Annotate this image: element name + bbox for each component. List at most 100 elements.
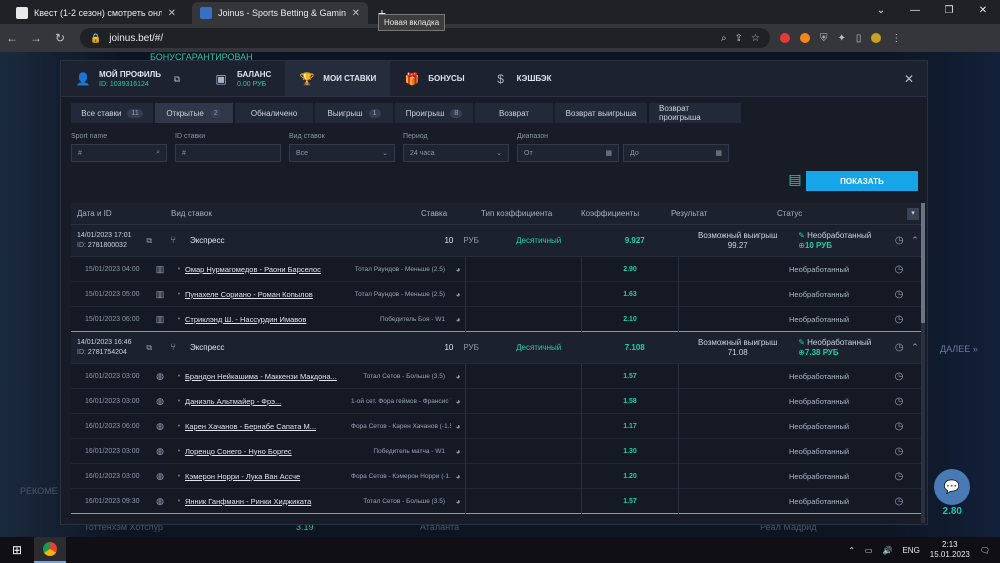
puzzle-icon[interactable]: ✦ — [838, 33, 846, 44]
bet-leg-row[interactable]: 15/01/2023 05:00 ▥ • Пунахеле Сориано - Ром… — [71, 281, 923, 307]
menu-dots-icon[interactable]: ⋮ — [891, 33, 901, 44]
bet-row[interactable]: 14/01/2023 17:01 ID: 2781800032 ⧉ ⑂ Экспр… — [71, 225, 923, 257]
mma-icon: ▥ — [155, 313, 165, 324]
calendar-icon[interactable]: ▤ — [788, 171, 802, 189]
chat-icon[interactable]: 💬 — [934, 469, 970, 505]
tab-cashback[interactable]: $ Кэшбэк — [479, 61, 566, 96]
browser-tab-2[interactable]: Joinus - Sports Betting & Gaming ✕ — [192, 2, 368, 24]
match-link[interactable]: Кэмерон Норри - Лука Ван Ассче — [185, 472, 351, 481]
info-icon[interactable]: ◕ — [451, 290, 465, 299]
tab-refund-win[interactable]: Возврат выигрыша — [555, 103, 647, 123]
chrome-taskbar-icon[interactable] — [34, 537, 66, 563]
bet-type-select[interactable]: Все ⌄ — [289, 144, 395, 162]
bet-leg-row[interactable]: 16/01/2023 09:30 ◍ • Янник Ганфманн - Ринки… — [71, 488, 923, 514]
notifications-icon[interactable]: 🗨 — [980, 546, 990, 555]
more-link[interactable]: ДАЛЕЕ » — [940, 344, 978, 354]
cashback-icon: $ — [497, 71, 504, 86]
bookmark-star-icon[interactable]: ☆ — [751, 33, 760, 44]
taskbar-clock[interactable]: 2:13 15.01.2023 — [930, 540, 970, 560]
bet-leg-row[interactable]: 16/01/2023 03:00 ◍ • Лоренцо Сонего - Нуно … — [71, 438, 923, 464]
period-select[interactable]: 24 часа ⌄ — [403, 144, 509, 162]
avatar[interactable] — [871, 33, 882, 43]
copy-icon[interactable]: ⧉ — [169, 71, 185, 87]
bet-row[interactable]: 14/01/2023 16:46 ID: 2781754204 ⧉ ⑂ Экспр… — [71, 332, 923, 364]
extension-icon[interactable] — [780, 33, 790, 43]
tab-my-bets[interactable]: 🏆 Мои ставки — [285, 61, 391, 96]
volume-icon[interactable]: 🔊 — [882, 546, 892, 555]
maximize-icon[interactable]: ❐ — [932, 0, 966, 22]
tab-cashed-out[interactable]: Обналичено — [235, 103, 313, 123]
info-icon[interactable]: ◕ — [451, 497, 465, 506]
tab-win[interactable]: Выигрыш 1 — [315, 103, 393, 123]
info-icon[interactable]: ◕ — [451, 397, 465, 406]
lock-icon[interactable]: 🔒 — [90, 33, 101, 44]
browser-tab-1[interactable]: Квест (1-2 сезон) смотреть онла ✕ — [8, 2, 184, 24]
match-link[interactable]: Даниэль Альтмайер - Фрэ... — [185, 397, 351, 406]
show-button[interactable]: Показать — [806, 171, 918, 191]
copy-icon[interactable]: ⧉ — [146, 236, 160, 246]
network-icon[interactable]: ▭ — [865, 546, 873, 555]
match-link[interactable]: Брандон Нейкашима - Маккензи Макдона... — [185, 372, 351, 381]
tab-search-icon[interactable]: ⌄ — [864, 0, 898, 22]
bet-leg-row[interactable]: 15/01/2023 04:00 ▥ • Омар Нурмагомедов - Ра… — [71, 256, 923, 282]
tray-chevron-icon[interactable]: ⌃ — [848, 546, 855, 555]
close-icon[interactable]: ✕ — [891, 61, 927, 96]
bet-leg-row[interactable]: 16/01/2023 03:00 ◍ • Кэмерон Норри - Лука В… — [71, 463, 923, 489]
info-icon[interactable]: ◕ — [451, 422, 465, 431]
tab-refund[interactable]: Возврат — [475, 103, 553, 123]
date-from-input[interactable]: От ▦ — [517, 144, 619, 162]
calendar-icon[interactable]: ▦ — [715, 149, 722, 157]
bet-leg-row[interactable]: 16/01/2023 06:00 ◍ • Карен Хачанов - Бернаб… — [71, 413, 923, 439]
edit-icon[interactable]: ✎ — [798, 338, 805, 347]
tab-profile[interactable]: 👤 Мой профиль ID: 1039316124 ⧉ — [61, 61, 199, 96]
bet-id-input[interactable]: # — [175, 144, 281, 162]
edit-icon[interactable]: ✎ — [798, 231, 805, 240]
share-icon[interactable]: ⇪ — [735, 33, 743, 44]
reload-icon[interactable]: ↻ — [48, 31, 72, 45]
match-link[interactable]: Пунахеле Сориано - Роман Копылов — [185, 290, 351, 299]
info-icon[interactable]: ◕ — [451, 472, 465, 481]
tab-bonuses[interactable]: 🎁 Бонусы — [390, 61, 478, 96]
info-icon[interactable]: ◕ — [451, 372, 465, 381]
close-tab-icon[interactable]: ✕ — [352, 8, 360, 19]
market-label: Фора Сетов - Кэмерон Норри (-1.5) — [351, 472, 451, 480]
bet-leg-row[interactable]: 16/01/2023 03:00 ◍ • Даниэль Альтмайер - Фр… — [71, 388, 923, 414]
language-indicator[interactable]: ENG — [902, 546, 919, 555]
date-to-input[interactable]: До ▦ — [623, 144, 729, 162]
windows-start-icon[interactable]: ⊞ — [0, 543, 34, 557]
metamask-icon[interactable] — [800, 33, 810, 43]
match-link[interactable]: Карен Хачанов - Бернабе Сапата М... — [185, 422, 351, 431]
info-icon[interactable]: ◕ — [451, 447, 465, 456]
tab-refund-loss[interactable]: Возврат проигрыша — [649, 103, 741, 123]
tab-open[interactable]: Открытые 2 — [155, 103, 233, 123]
collapse-all-button[interactable]: ▾ — [907, 207, 919, 220]
address-bar[interactable]: 🔒 joinus.bet/#/ ⌕ ⇪ ☆ — [80, 28, 770, 48]
minimize-icon[interactable]: — — [898, 0, 932, 22]
bet-leg-row[interactable]: 15/01/2023 06:00 ▥ • Стриклэнд Ш. - Нассурд… — [71, 306, 923, 332]
close-window-icon[interactable]: ✕ — [966, 0, 1000, 22]
close-tab-icon[interactable]: ✕ — [168, 8, 176, 19]
match-link[interactable]: Лоренцо Сонего - Нуно Боргес — [185, 447, 351, 456]
calendar-icon[interactable]: ▦ — [605, 149, 612, 157]
copy-icon[interactable]: ⧉ — [146, 343, 160, 353]
bet-leg-row[interactable]: 16/01/2023 03:00 ◍ • Брандон Нейкашима - Ма… — [71, 363, 923, 389]
tab-balance[interactable]: ▣ Баланс 0.00 РУБ — [199, 61, 285, 96]
filter-panel: Sport name # ⌕ ID ставки # Вид ставок Все… — [71, 133, 917, 162]
shield-extension-icon[interactable]: ⛨ — [820, 33, 828, 44]
match-link[interactable]: Омар Нурмагомедов - Раони Барселос — [185, 265, 351, 274]
search-icon[interactable]: ⌕ — [156, 149, 160, 157]
info-icon[interactable]: ◕ — [451, 315, 465, 324]
back-icon[interactable]: ← — [0, 31, 24, 45]
zoom-icon[interactable]: ⌕ — [721, 33, 727, 44]
info-icon[interactable]: ◕ — [451, 265, 465, 274]
tab-all-bets[interactable]: Все ставки 11 — [71, 103, 153, 123]
leg-status: Необработанный — [789, 264, 850, 274]
match-link[interactable]: Стриклэнд Ш. - Нассурдин Имавов — [185, 315, 351, 324]
tab-loss[interactable]: Проигрыш 8 — [395, 103, 473, 123]
table-scrollbar[interactable] — [921, 203, 925, 523]
sidebar-icon[interactable]: ▯ — [856, 33, 862, 44]
forward-icon[interactable]: → — [24, 31, 48, 45]
sport-name-input[interactable]: # ⌕ — [71, 144, 167, 162]
recommend-label: РЕКОМЕ — [20, 486, 58, 496]
match-link[interactable]: Янник Ганфманн - Ринки Хиджиката — [185, 497, 351, 506]
